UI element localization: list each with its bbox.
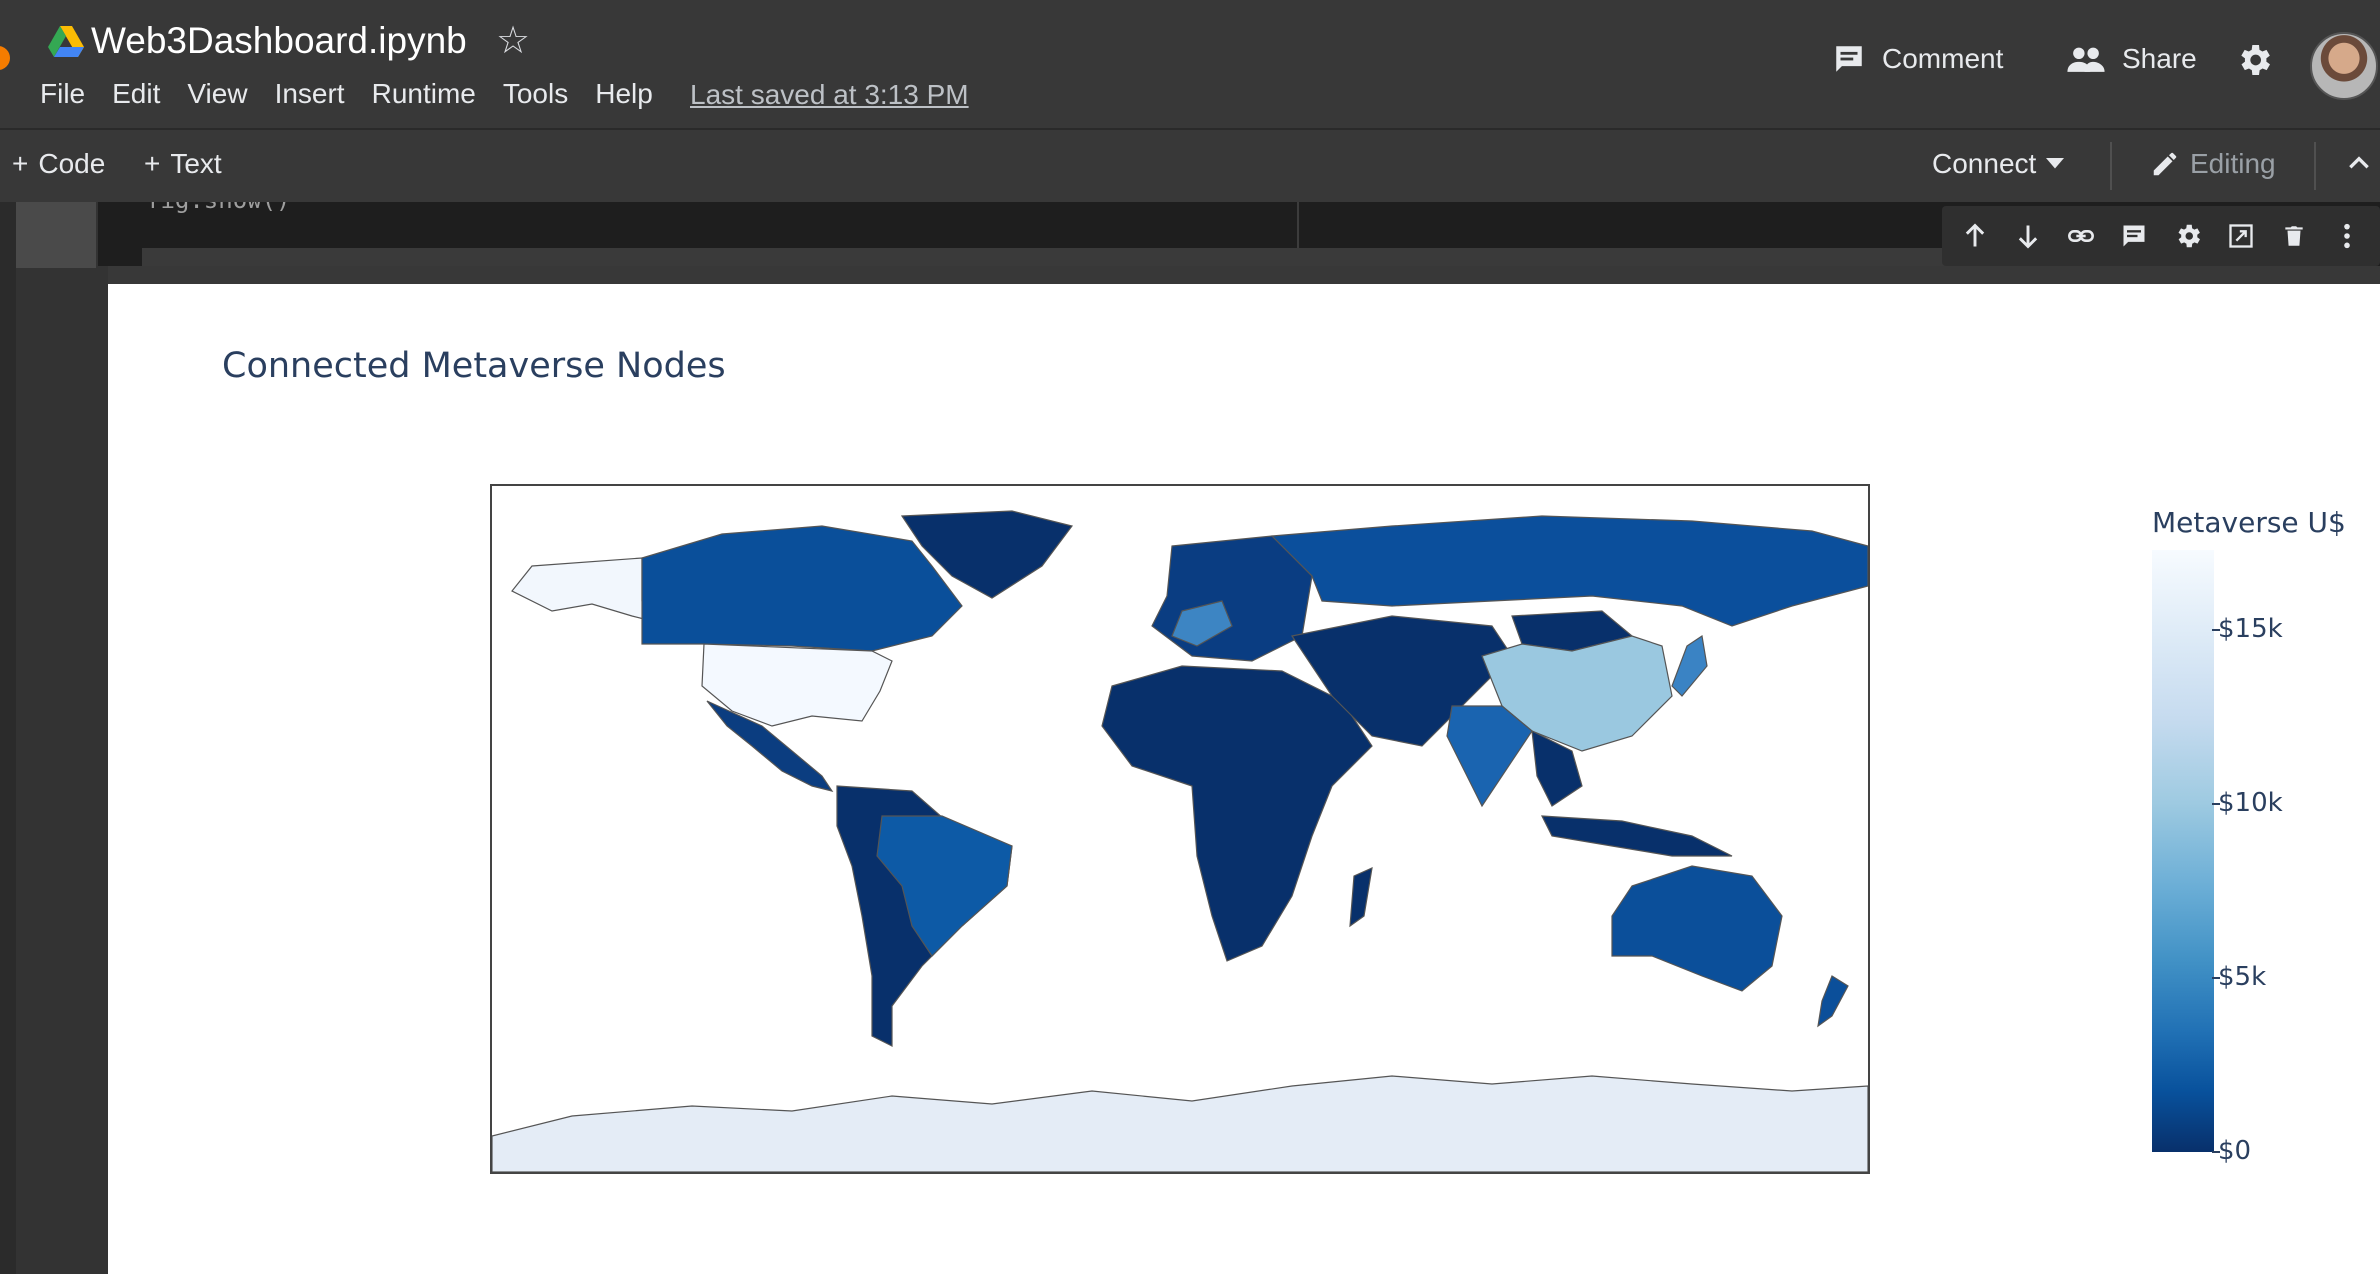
editing-mode-button[interactable]: Editing bbox=[2150, 148, 2276, 180]
cell-gutter bbox=[16, 202, 108, 1274]
share-label: Share bbox=[2122, 43, 2197, 74]
mirror-cell-icon[interactable] bbox=[2221, 216, 2261, 256]
region-australia bbox=[1611, 865, 1783, 992]
chart-title: Connected Metaverse Nodes bbox=[222, 346, 726, 386]
add-code-label: Code bbox=[38, 148, 106, 179]
menu-edit[interactable]: Edit bbox=[112, 78, 160, 110]
user-avatar[interactable] bbox=[2310, 32, 2378, 100]
region-antarctica bbox=[492, 1075, 1868, 1172]
notebook-header: Web3Dashboard.ipynb ☆ File Edit View Ins… bbox=[0, 0, 2380, 128]
region-new-zealand bbox=[1817, 975, 1849, 1028]
share-button[interactable]: Share bbox=[2066, 42, 2197, 76]
connect-button[interactable]: Connect bbox=[1932, 148, 2065, 180]
menu-tools[interactable]: Tools bbox=[503, 78, 568, 110]
add-text-label: Text bbox=[170, 148, 222, 179]
run-cell-area[interactable] bbox=[16, 202, 96, 268]
notebook-toolbar: + Code + Text Connect Editing bbox=[0, 128, 2380, 204]
link-icon[interactable] bbox=[2061, 216, 2101, 256]
move-up-icon[interactable] bbox=[1955, 216, 1995, 256]
add-code-button[interactable]: + Code bbox=[12, 148, 105, 180]
menu-bar: File Edit View Insert Runtime Tools Help bbox=[40, 78, 680, 110]
editing-label: Editing bbox=[2190, 148, 2276, 179]
colorbar-tick-0: $0 bbox=[2218, 1136, 2252, 1166]
connect-label: Connect bbox=[1932, 148, 2037, 179]
menu-file[interactable]: File bbox=[40, 78, 85, 110]
map-svg[interactable] bbox=[492, 486, 1868, 1172]
colorbar-tick-15k: $15k bbox=[2218, 614, 2283, 644]
star-icon[interactable]: ☆ bbox=[496, 18, 530, 63]
notebook-title[interactable]: Web3Dashboard.ipynb bbox=[91, 20, 467, 62]
colorbar-tick-10k: $10k bbox=[2218, 788, 2283, 818]
caret-down-icon bbox=[2046, 158, 2065, 169]
toolbar-divider bbox=[2110, 142, 2112, 190]
settings-icon[interactable] bbox=[2168, 216, 2208, 256]
menu-insert[interactable]: Insert bbox=[275, 78, 345, 110]
last-saved-link[interactable]: Last saved at 3:13 PM bbox=[690, 79, 969, 111]
plus-icon: + bbox=[12, 148, 29, 179]
cell-toolbar bbox=[1942, 206, 2380, 266]
region-africa bbox=[1101, 665, 1373, 962]
colorbar-title: Metaverse U$ bbox=[2152, 506, 2346, 539]
comment-icon[interactable] bbox=[2114, 216, 2154, 256]
region-japan bbox=[1671, 634, 1708, 697]
plus-icon: + bbox=[144, 148, 161, 179]
comment-icon bbox=[1836, 46, 1862, 72]
region-india bbox=[1446, 705, 1533, 808]
left-rail bbox=[0, 202, 16, 1274]
settings-gear-icon[interactable] bbox=[2234, 40, 2274, 80]
add-text-button[interactable]: + Text bbox=[144, 148, 222, 180]
colab-logo[interactable] bbox=[0, 46, 10, 70]
google-drive-icon bbox=[48, 26, 84, 57]
region-madagascar bbox=[1349, 866, 1373, 928]
region-indonesia bbox=[1540, 815, 1733, 857]
menu-view[interactable]: View bbox=[187, 78, 247, 110]
chevron-up-icon[interactable] bbox=[2346, 150, 2372, 176]
menu-help[interactable]: Help bbox=[595, 78, 653, 110]
world-choropleth-map[interactable] bbox=[490, 484, 1870, 1174]
comment-label: Comment bbox=[1882, 43, 2004, 74]
colorbar-gradient bbox=[2152, 550, 2214, 1152]
cell-output: Connected Metaverse Nodes Metaverse U$ $… bbox=[108, 284, 2380, 1274]
delete-icon[interactable] bbox=[2274, 216, 2314, 256]
more-vert-icon[interactable] bbox=[2327, 216, 2367, 256]
move-down-icon[interactable] bbox=[2008, 216, 2048, 256]
region-europe bbox=[1151, 535, 1313, 662]
region-russia bbox=[1270, 515, 1868, 627]
toolbar-divider bbox=[2314, 142, 2316, 190]
comment-button[interactable]: Comment bbox=[1832, 42, 2003, 76]
colorbar-tick-5k: $5k bbox=[2218, 962, 2267, 992]
menu-runtime[interactable]: Runtime bbox=[372, 78, 476, 110]
region-canada bbox=[641, 525, 963, 652]
people-icon bbox=[2067, 47, 2105, 72]
pencil-icon bbox=[2153, 152, 2177, 176]
